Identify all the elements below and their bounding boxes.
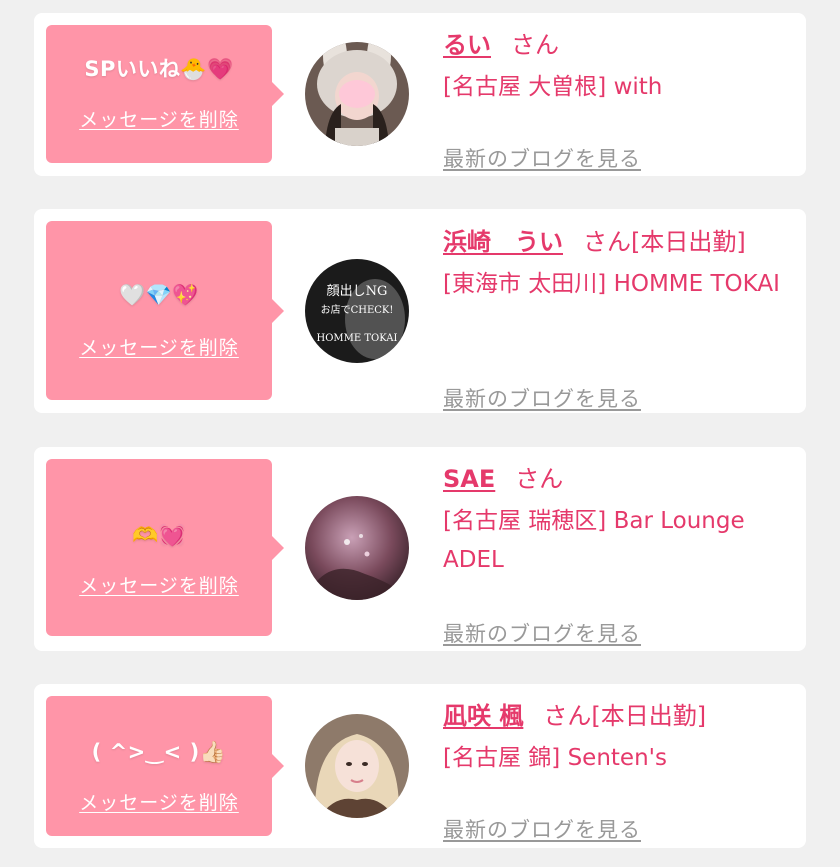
latest-blog-link[interactable]: 最新のブログを見る <box>443 814 641 844</box>
profile-info: るい さん [名古屋 大曽根] with 最新のブログを見る <box>443 29 793 171</box>
message-text: ( ^>‿< )👍🏻 <box>91 740 227 764</box>
honorific: さん <box>543 702 592 730</box>
shop-info: [名古屋 瑞穂区] Bar Lounge ADEL <box>443 508 745 573</box>
delete-message-link[interactable]: メッセージを削除 <box>46 333 272 360</box>
avatar[interactable] <box>305 496 409 600</box>
name-line: 浜崎 うい さん[本日出勤] <box>443 226 793 258</box>
avatar-text-line3: HOMME TOKAI <box>317 333 398 344</box>
avatar[interactable]: 顔出しNG お店でCHECK! HOMME TOKAI <box>305 259 409 363</box>
message-card: 🫶💓 メッセージを削除 SAE さん [名古屋 瑞穂区] Bar Lounge … <box>34 447 806 651</box>
message-bubble: ( ^>‿< )👍🏻 メッセージを削除 <box>46 696 284 836</box>
profile-info: 浜崎 うい さん[本日出勤] [東海市 太田川] HOMME TOKAI 最新のブ… <box>443 226 793 411</box>
delete-message-link[interactable]: メッセージを削除 <box>46 788 272 815</box>
honorific: さん <box>511 31 559 59</box>
message-list: SPいいね🐣💗 メッセージを削除 るい さん [名古屋 大曽根] with 最新の… <box>0 0 840 867</box>
message-card: SPいいね🐣💗 メッセージを削除 るい さん [名古屋 大曽根] with 最新の… <box>34 13 806 176</box>
profile-info: 凪咲 楓さん[本日出勤] [名古屋 錦] Senten's 最新のブログを見る <box>443 700 793 842</box>
latest-blog-link[interactable]: 最新のブログを見る <box>443 618 641 648</box>
profile-name-link[interactable]: 凪咲 楓 <box>443 702 523 730</box>
avatar[interactable] <box>305 714 409 818</box>
name-line: 凪咲 楓さん[本日出勤] <box>443 700 793 732</box>
shop-info: [名古屋 大曽根] with <box>443 74 663 100</box>
message-bubble: 🤍💎💖 メッセージを削除 <box>46 221 284 400</box>
message-bubble: SPいいね🐣💗 メッセージを削除 <box>46 25 284 163</box>
delete-message-link[interactable]: メッセージを削除 <box>46 571 272 598</box>
message-text: 🫶💓 <box>132 523 186 547</box>
latest-blog-link[interactable]: 最新のブログを見る <box>443 143 641 173</box>
avatar-text-line1: 顔出しNG <box>327 284 388 299</box>
name-line: SAE さん <box>443 463 793 495</box>
shop-info: [名古屋 錦] Senten's <box>443 745 667 771</box>
honorific: さん <box>583 228 631 256</box>
status-badge: [本日出勤] <box>631 228 746 256</box>
avatar[interactable] <box>305 42 409 146</box>
shop-info: [東海市 太田川] HOMME TOKAI <box>443 271 780 297</box>
message-card: 🤍💎💖 メッセージを削除 顔出しNG お店でCHECK! HOMME TOKAI… <box>34 209 806 413</box>
message-card: ( ^>‿< )👍🏻 メッセージを削除 凪咲 楓さん[本日出勤] [名古屋 錦]… <box>34 684 806 848</box>
message-text: SPいいね🐣💗 <box>84 57 234 81</box>
profile-name-link[interactable]: SAE <box>443 465 495 493</box>
latest-blog-link[interactable]: 最新のブログを見る <box>443 383 641 413</box>
status-badge: [本日出勤] <box>591 702 707 730</box>
message-bubble: 🫶💓 メッセージを削除 <box>46 459 284 636</box>
message-text: 🤍💎💖 <box>119 283 199 307</box>
profile-info: SAE さん [名古屋 瑞穂区] Bar Lounge ADEL 最新のブログを見… <box>443 463 793 646</box>
profile-name-link[interactable]: るい <box>443 31 491 59</box>
honorific: さん <box>515 465 564 493</box>
name-line: るい さん <box>443 29 793 61</box>
profile-name-link[interactable]: 浜崎 うい <box>443 228 563 256</box>
avatar-text-line2: お店でCHECK! <box>321 303 394 316</box>
delete-message-link[interactable]: メッセージを削除 <box>46 105 272 132</box>
